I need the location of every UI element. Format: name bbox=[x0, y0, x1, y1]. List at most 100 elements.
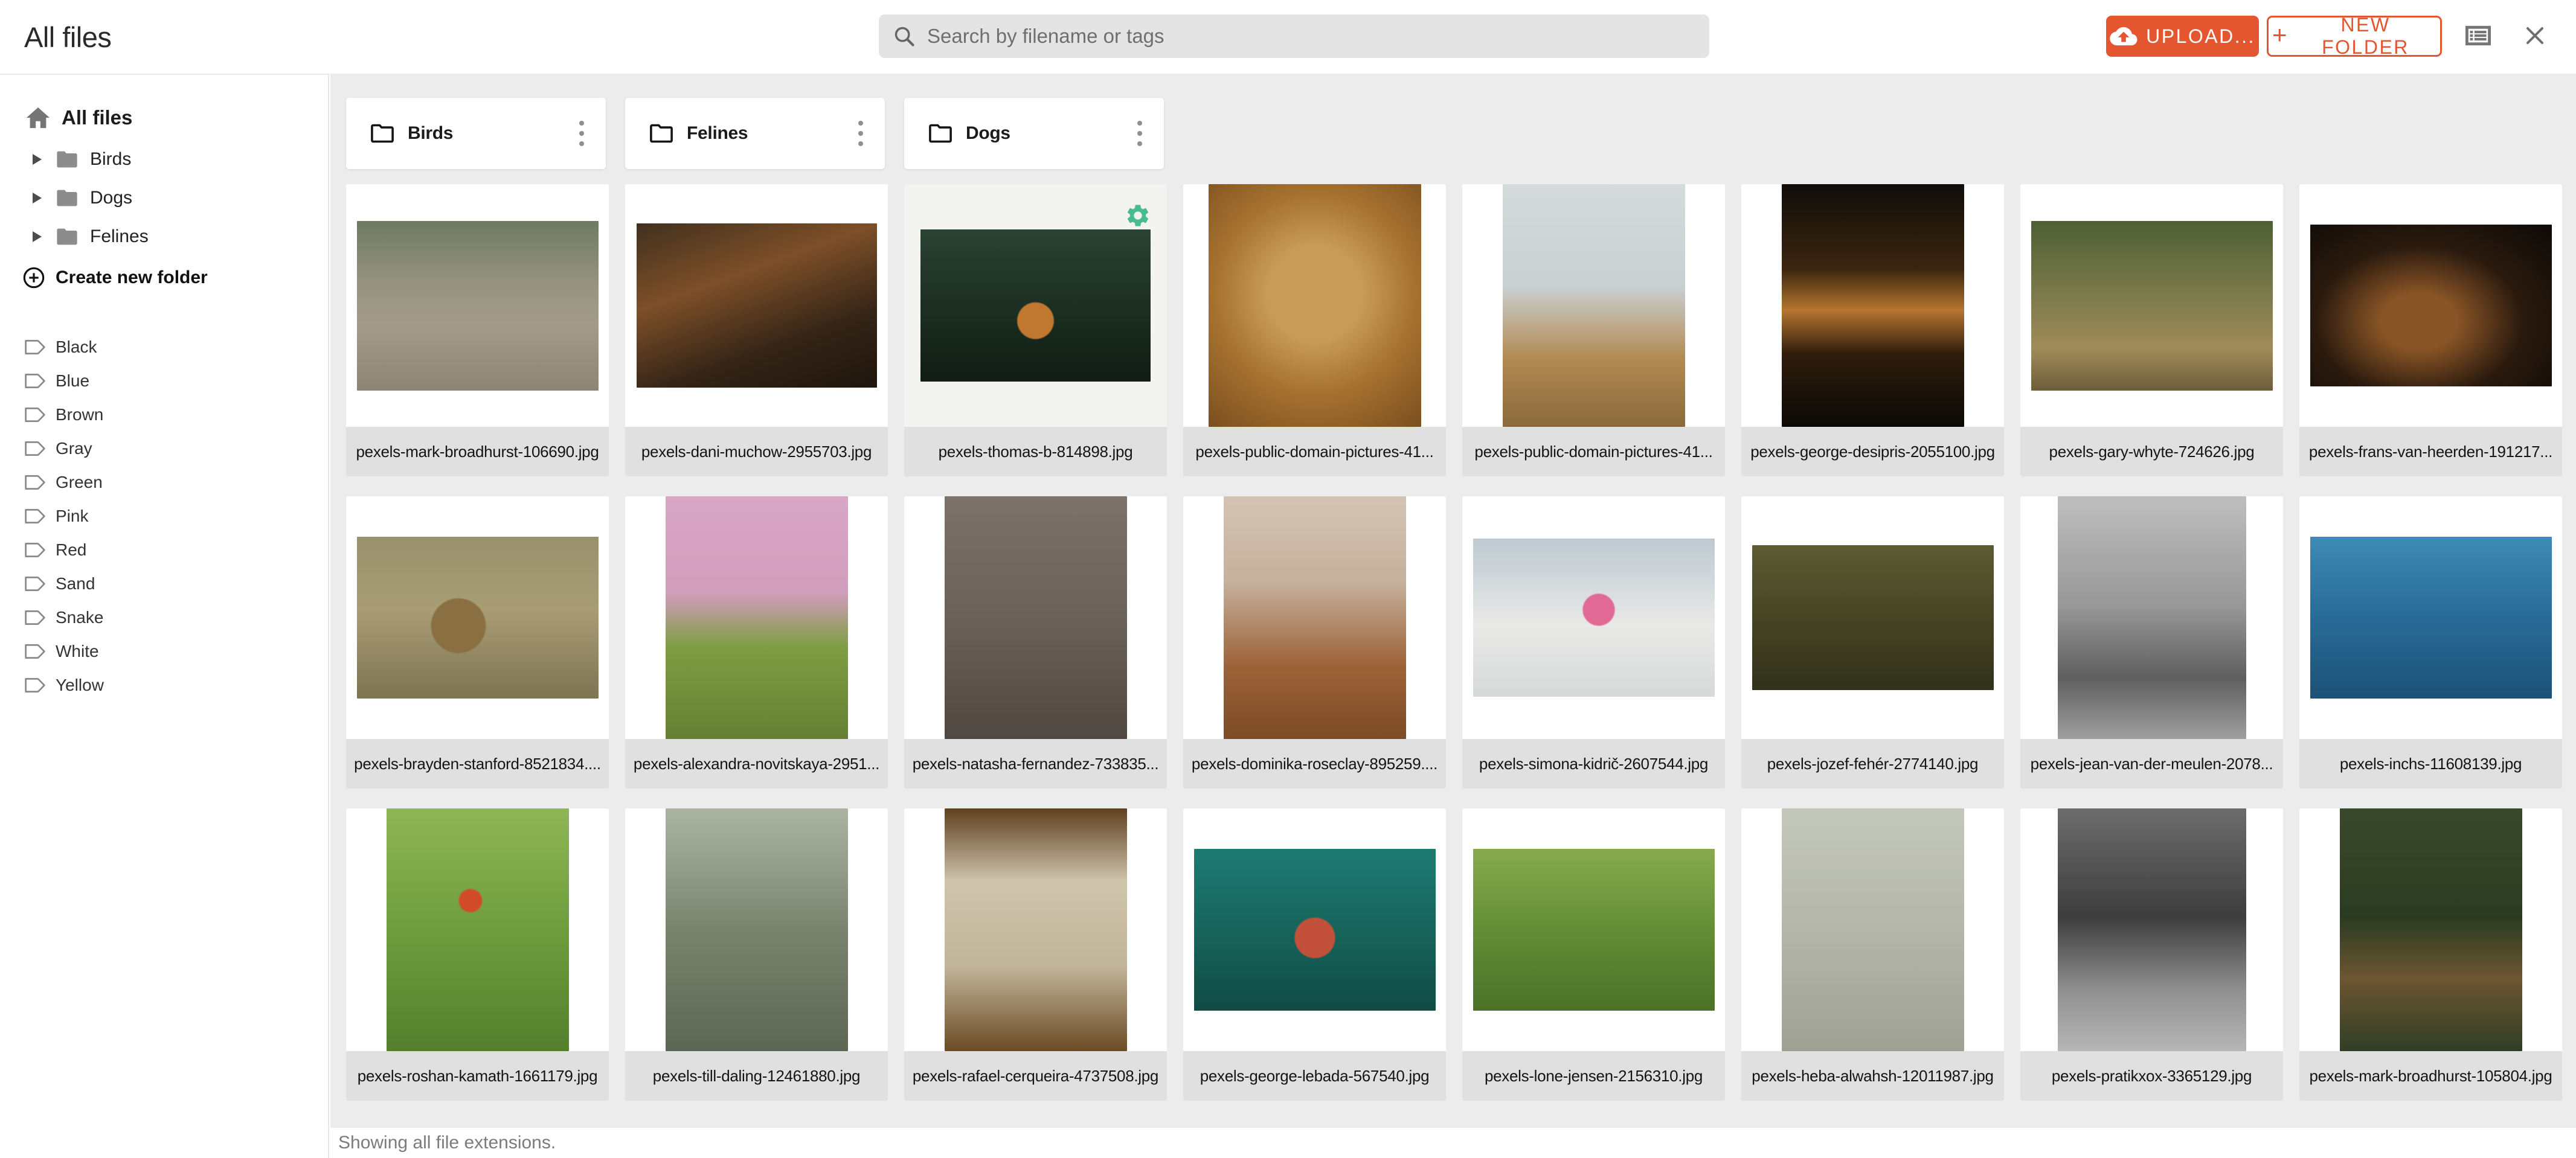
folder-outline-icon bbox=[927, 123, 954, 144]
file-name: pexels-lone-jensen-2156310.jpg bbox=[1462, 1051, 1725, 1101]
thumbnail-image bbox=[1473, 849, 1715, 1011]
file-thumbnail bbox=[904, 496, 1167, 739]
sidebar-tag-sand[interactable]: Sand bbox=[0, 567, 328, 601]
search-bar[interactable] bbox=[879, 14, 1709, 58]
file-card[interactable]: pexels-dominika-roseclay-895259.... bbox=[1183, 496, 1446, 789]
kebab-menu-icon[interactable] bbox=[574, 116, 589, 151]
file-thumbnail bbox=[1741, 184, 2004, 427]
sidebar-folder-dogs[interactable]: Dogs bbox=[0, 179, 328, 217]
folder-outline-icon bbox=[648, 123, 675, 144]
file-card[interactable]: pexels-lone-jensen-2156310.jpg bbox=[1462, 808, 1725, 1101]
file-card[interactable]: pexels-inchs-11608139.jpg bbox=[2299, 496, 2562, 789]
file-thumbnail bbox=[1462, 184, 1725, 427]
tag-icon bbox=[24, 339, 46, 355]
file-card[interactable]: pexels-rafael-cerqueira-4737508.jpg bbox=[904, 808, 1167, 1101]
file-card[interactable]: pexels-pratikxox-3365129.jpg bbox=[2020, 808, 2283, 1101]
page-title: All files bbox=[24, 0, 111, 74]
file-card[interactable]: pexels-frans-van-heerden-191217... bbox=[2299, 184, 2562, 476]
file-name: pexels-public-domain-pictures-41... bbox=[1462, 427, 1725, 476]
file-card[interactable]: pexels-jean-van-der-meulen-2078... bbox=[2020, 496, 2283, 789]
tag-icon bbox=[24, 610, 46, 625]
caret-right-icon[interactable] bbox=[33, 231, 42, 242]
sidebar-folder-birds[interactable]: Birds bbox=[0, 140, 328, 179]
create-new-folder-button[interactable]: Create new folder bbox=[22, 258, 328, 297]
sidebar-folder-felines[interactable]: Felines bbox=[0, 217, 328, 256]
file-card[interactable]: pexels-george-lebada-567540.jpg bbox=[1183, 808, 1446, 1101]
sidebar-tag-red[interactable]: Red bbox=[0, 533, 328, 567]
file-thumbnail bbox=[1462, 808, 1725, 1051]
close-button[interactable] bbox=[2516, 17, 2554, 54]
file-name: pexels-brayden-stanford-8521834.... bbox=[346, 739, 609, 789]
file-name: pexels-frans-van-heerden-191217... bbox=[2299, 427, 2562, 476]
kebab-menu-icon[interactable] bbox=[1132, 116, 1147, 151]
thumbnail-image bbox=[1194, 849, 1436, 1011]
thumbnail-image bbox=[1224, 496, 1406, 739]
sidebar-tag-label: White bbox=[56, 642, 99, 661]
caret-right-icon[interactable] bbox=[33, 193, 42, 203]
sidebar-tag-white[interactable]: White bbox=[0, 635, 328, 668]
file-thumbnail bbox=[1183, 808, 1446, 1051]
list-view-button[interactable] bbox=[2459, 17, 2497, 54]
sidebar-tag-pink[interactable]: Pink bbox=[0, 499, 328, 533]
new-folder-button[interactable]: + NEW FOLDER bbox=[2267, 16, 2442, 57]
thumbnail-image bbox=[666, 808, 848, 1051]
file-name: pexels-mark-broadhurst-106690.jpg bbox=[346, 427, 609, 476]
thumbnail-image bbox=[2058, 808, 2246, 1051]
sidebar-item-all-files[interactable]: All files bbox=[24, 98, 328, 138]
gear-icon[interactable] bbox=[1125, 202, 1151, 229]
file-thumbnail bbox=[1183, 184, 1446, 427]
sidebar-tag-green[interactable]: Green bbox=[0, 465, 328, 499]
file-card[interactable]: pexels-roshan-kamath-1661179.jpg bbox=[346, 808, 609, 1101]
file-thumbnail bbox=[2299, 808, 2562, 1051]
thumbnail-image bbox=[1209, 184, 1421, 427]
sidebar-tag-gray[interactable]: Gray bbox=[0, 432, 328, 465]
folder-card-dogs[interactable]: Dogs bbox=[904, 98, 1164, 169]
folder-card-birds[interactable]: Birds bbox=[346, 98, 606, 169]
file-card[interactable]: pexels-thomas-b-814898.jpg bbox=[904, 184, 1167, 476]
asset-manager-window: All files UPLOAD... + NEW FOLDER bbox=[0, 0, 2576, 1158]
sidebar-tag-blue[interactable]: Blue bbox=[0, 364, 328, 398]
file-card[interactable]: pexels-till-daling-12461880.jpg bbox=[625, 808, 888, 1101]
sidebar-tag-label: Black bbox=[56, 337, 97, 357]
file-card[interactable]: pexels-alexandra-novitskaya-2951... bbox=[625, 496, 888, 789]
new-folder-button-label: NEW FOLDER bbox=[2295, 14, 2436, 59]
file-card[interactable]: pexels-gary-whyte-724626.jpg bbox=[2020, 184, 2283, 476]
folder-cards-row: Birds Felines Dogs bbox=[346, 98, 1164, 169]
sidebar-tag-brown[interactable]: Brown bbox=[0, 398, 328, 432]
file-card[interactable]: pexels-mark-broadhurst-106690.jpg bbox=[346, 184, 609, 476]
file-card[interactable]: pexels-jozef-fehér-2774140.jpg bbox=[1741, 496, 2004, 789]
file-name: pexels-jean-van-der-meulen-2078... bbox=[2020, 739, 2283, 789]
file-thumbnail bbox=[1741, 808, 2004, 1051]
home-icon bbox=[24, 105, 52, 130]
search-input[interactable] bbox=[926, 24, 1696, 48]
sidebar-tag-yellow[interactable]: Yellow bbox=[0, 668, 328, 702]
file-card[interactable]: pexels-dani-muchow-2955703.jpg bbox=[625, 184, 888, 476]
file-name: pexels-alexandra-novitskaya-2951... bbox=[625, 739, 888, 789]
sidebar-folder-label: Dogs bbox=[90, 188, 132, 208]
file-thumbnail bbox=[346, 808, 609, 1051]
file-card[interactable]: pexels-simona-kidrič-2607544.jpg bbox=[1462, 496, 1725, 789]
cloud-upload-icon bbox=[2110, 26, 2138, 46]
kebab-menu-icon[interactable] bbox=[853, 116, 868, 151]
sidebar-tag-label: Green bbox=[56, 473, 103, 492]
thumbnail-image bbox=[387, 808, 569, 1051]
file-name: pexels-pratikxox-3365129.jpg bbox=[2020, 1051, 2283, 1101]
upload-button[interactable]: UPLOAD... bbox=[2106, 16, 2259, 57]
thumbnail-image bbox=[1752, 545, 1994, 690]
tag-list: Black Blue Brown Gray Green Pink Red bbox=[0, 330, 328, 702]
file-card[interactable]: pexels-public-domain-pictures-41... bbox=[1183, 184, 1446, 476]
thumbnail-image bbox=[2340, 808, 2522, 1051]
sidebar-root-label: All files bbox=[62, 106, 132, 129]
file-card[interactable]: pexels-natasha-fernandez-733835... bbox=[904, 496, 1167, 789]
caret-right-icon[interactable] bbox=[33, 154, 42, 165]
file-name: pexels-heba-alwahsh-12011987.jpg bbox=[1741, 1051, 2004, 1101]
file-card[interactable]: pexels-george-desipris-2055100.jpg bbox=[1741, 184, 2004, 476]
file-card[interactable]: pexels-heba-alwahsh-12011987.jpg bbox=[1741, 808, 2004, 1101]
file-card[interactable]: pexels-mark-broadhurst-105804.jpg bbox=[2299, 808, 2562, 1101]
file-card[interactable]: pexels-brayden-stanford-8521834.... bbox=[346, 496, 609, 789]
sidebar-tag-snake[interactable]: Snake bbox=[0, 601, 328, 635]
thumbnail-image bbox=[666, 496, 848, 739]
folder-card-felines[interactable]: Felines bbox=[625, 98, 885, 169]
sidebar-tag-black[interactable]: Black bbox=[0, 330, 328, 364]
file-card[interactable]: pexels-public-domain-pictures-41... bbox=[1462, 184, 1725, 476]
